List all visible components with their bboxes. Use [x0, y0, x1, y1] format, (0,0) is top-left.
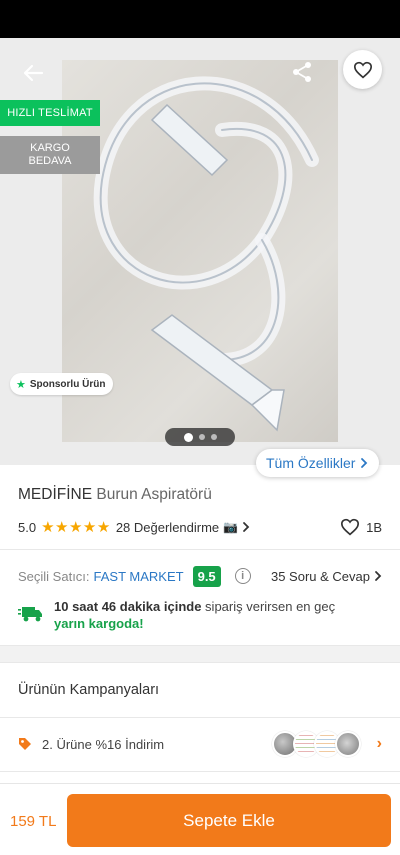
favorite-button[interactable] [343, 50, 382, 89]
reviews-link[interactable]: 28 Değerlendirme 📷 [116, 520, 250, 535]
product-brand: MEDİFİNE [18, 486, 93, 503]
camera-icon: 📷 [223, 520, 239, 534]
star-icon: ★ [16, 378, 26, 391]
all-features-label: Tüm Özellikler [266, 455, 356, 471]
arrow-left-icon [23, 64, 44, 82]
pager-dot[interactable] [210, 434, 217, 440]
product-image-gallery[interactable]: HIZLI TESLİMAT KARGO BEDAVA ★ Sponsorlu … [0, 38, 400, 465]
qa-label: 35 Soru & Cevap [270, 568, 370, 584]
all-features-button[interactable]: Tüm Özellikler [256, 449, 380, 477]
delivery-time: 10 saat 46 dakika içinde [54, 599, 202, 614]
seller-label: Seçili Satıcı: [18, 568, 90, 584]
rating-stars: ★★★★★ [41, 519, 111, 536]
section-gap [0, 646, 400, 662]
divider [0, 771, 400, 772]
pager-dot[interactable] [198, 434, 205, 440]
delivery-text: 10 saat 46 dakika içinde sipariş verirse… [54, 598, 335, 632]
truck-icon [18, 607, 42, 622]
sponsored-label: Sponsorlu Ürün [29, 378, 106, 390]
status-bar [0, 0, 400, 38]
image-pager[interactable] [165, 428, 235, 446]
divider [0, 662, 400, 663]
divider [0, 549, 400, 550]
chevron-right-icon [375, 571, 382, 581]
pager-dot[interactable] [183, 432, 193, 442]
free-shipping-badge: KARGO BEDAVA [0, 136, 100, 174]
heart-icon [353, 61, 372, 78]
share-button[interactable] [286, 56, 318, 88]
reviews-count: 28 Değerlendirme [115, 519, 220, 535]
price: 159 TL [10, 813, 57, 830]
rating-row: 5.0 ★★★★★ 28 Değerlendirme 📷 1B [18, 517, 382, 537]
delivery-when: yarın kargoda! [54, 616, 144, 631]
info-icon[interactable]: i [234, 568, 251, 584]
tag-icon [19, 738, 31, 750]
qa-link[interactable]: 35 Soru & Cevap [271, 569, 382, 584]
product-title: MEDİFİNE Burun Aspiratörü [18, 486, 212, 504]
campaign-label: 2. Ürüne %16 İndirim [42, 736, 165, 752]
campaigns-title: Ürünün Kampanyaları [18, 682, 160, 698]
share-icon [293, 62, 311, 82]
seller-name-link[interactable]: FAST MARKET [94, 569, 184, 584]
delivery-info: 10 saat 46 dakika içinde sipariş verirse… [18, 598, 382, 632]
delivery-middle: sipariş verirsen en geç [201, 599, 336, 614]
bottom-bar: 159 TL Sepete Ekle [0, 783, 400, 855]
chevron-right-icon [361, 458, 368, 468]
campaign-product-thumbnails [271, 731, 361, 757]
product-thumbnail [334, 731, 361, 757]
rating-value: 5.0 [18, 519, 37, 535]
chevron-right-icon [243, 522, 250, 532]
seller-row: Seçili Satıcı: FAST MARKET 9.5 i 35 Soru… [18, 565, 382, 587]
seller-score-badge: 9.5 [192, 565, 221, 587]
likes[interactable]: 1B [340, 518, 382, 536]
campaign-item[interactable]: 2. Ürüne %16 İndirim › [18, 728, 382, 760]
chevron-right-icon: › [376, 735, 382, 752]
sponsored-badge: ★ Sponsorlu Ürün [10, 373, 114, 395]
divider [0, 717, 400, 718]
fast-delivery-badge: HIZLI TESLİMAT [0, 100, 100, 126]
add-to-cart-button[interactable]: Sepete Ekle [67, 794, 391, 847]
product-name: Burun Aspiratörü [96, 486, 212, 503]
back-button[interactable] [16, 56, 50, 90]
likes-count: 1B [366, 519, 382, 535]
heart-icon [341, 518, 360, 536]
